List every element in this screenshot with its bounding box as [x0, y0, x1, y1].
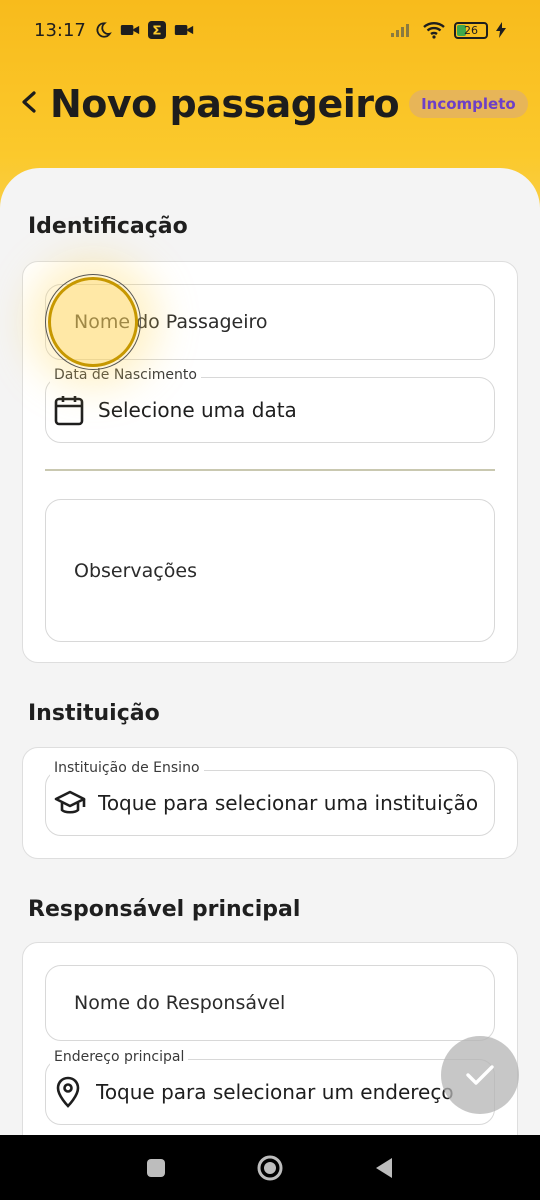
- guardian-name-input[interactable]: Nome do Responsável: [45, 965, 495, 1041]
- app-bar: Novo passageiro Incompleto: [20, 78, 528, 130]
- system-nav-bar: [0, 1135, 540, 1200]
- page-title: Novo passageiro: [50, 82, 400, 126]
- battery-level: 26: [464, 23, 478, 37]
- battery-icon: 26: [454, 21, 488, 39]
- institution-value: Toque para selecionar uma instituição: [98, 791, 479, 815]
- status-badge: Incompleto: [409, 90, 528, 118]
- guardian-name-placeholder: Nome do Responsável: [74, 992, 286, 1014]
- video-icon: [120, 22, 140, 38]
- graduation-cap-icon: [54, 789, 86, 817]
- status-bar: 13:17 26: [0, 0, 540, 60]
- save-fab-button[interactable]: [441, 1036, 519, 1114]
- back-arrow-icon: [20, 91, 40, 117]
- charging-icon: [496, 22, 506, 38]
- institution-label: Instituição de Ensino: [50, 760, 204, 776]
- section-title-responsavel: Responsável principal: [28, 897, 301, 922]
- status-left: 13:17: [34, 20, 194, 41]
- signal-icon: [390, 22, 414, 38]
- wifi-icon: [422, 21, 446, 39]
- recent-apps-button[interactable]: [145, 1157, 167, 1179]
- divider: [45, 469, 495, 471]
- screen: 13:17 26 Novo passageiro Incompleto Iden…: [0, 0, 540, 1200]
- section-title-identificacao: Identificação: [28, 214, 188, 239]
- notes-textarea[interactable]: Observações: [45, 499, 495, 642]
- video-icon: [174, 22, 194, 38]
- back-nav-button[interactable]: [373, 1156, 395, 1180]
- status-right: 26: [390, 21, 506, 39]
- address-select[interactable]: Endereço principal Toque para selecionar…: [45, 1049, 495, 1125]
- notes-placeholder: Observações: [74, 559, 197, 582]
- birth-date-field[interactable]: Data de Nascimento Selecione uma data: [45, 367, 495, 443]
- location-pin-icon: [54, 1076, 82, 1108]
- birth-date-value: Selecione uma data: [98, 398, 297, 422]
- status-time: 13:17: [34, 19, 86, 41]
- card-responsavel: Nome do Responsável Endereço principal T…: [22, 942, 518, 1162]
- home-button[interactable]: [256, 1154, 284, 1182]
- section-title-instituicao: Instituição: [28, 701, 160, 726]
- sigma-app-icon: [147, 21, 166, 39]
- address-label: Endereço principal: [50, 1049, 189, 1065]
- address-value: Toque para selecionar um endereço: [96, 1080, 454, 1104]
- institution-select[interactable]: Instituição de Ensino Toque para selecio…: [45, 760, 495, 836]
- moon-icon: [94, 21, 112, 39]
- calendar-icon: [54, 394, 84, 426]
- touch-indicator: [45, 274, 141, 370]
- birth-date-label: Data de Nascimento: [50, 367, 201, 383]
- check-icon: [465, 1063, 495, 1087]
- back-button[interactable]: [20, 80, 40, 128]
- card-instituicao: Instituição de Ensino Toque para selecio…: [22, 747, 518, 859]
